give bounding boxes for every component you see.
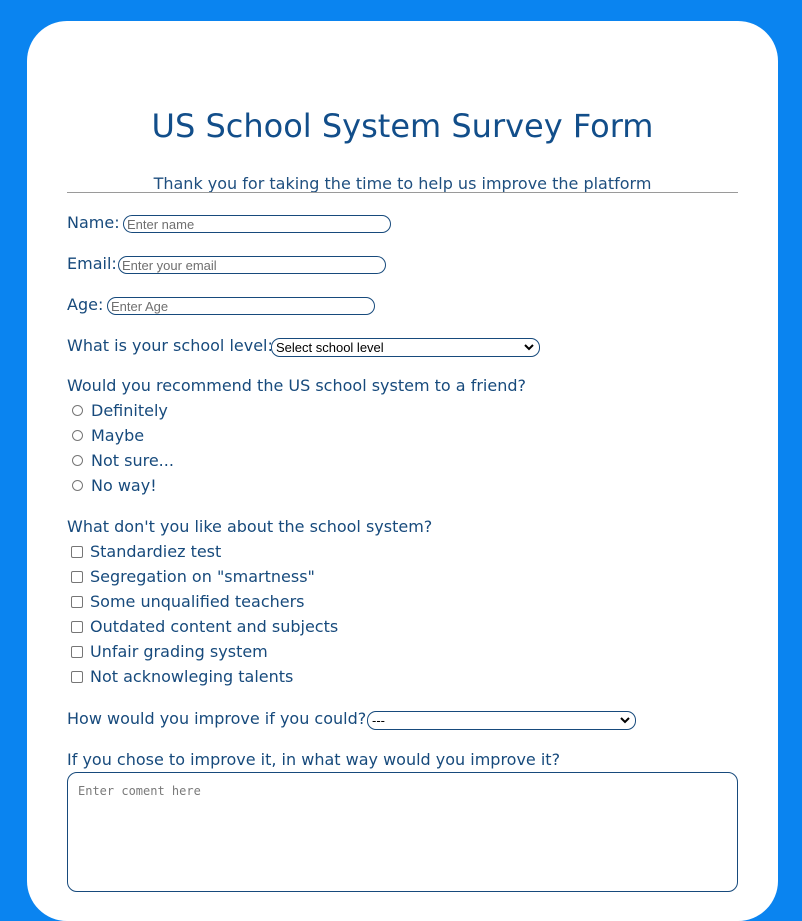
survey-form-card: US School System Survey Form Thank you f… xyxy=(27,21,778,921)
comment-label: If you chose to improve it, in what way … xyxy=(67,750,561,769)
checkbox-label-outdated-content: Outdated content and subjects xyxy=(90,617,339,636)
email-label: Email: xyxy=(67,254,117,273)
comment-placeholder: Enter coment here xyxy=(78,784,201,798)
checkbox-unfair-grading[interactable] xyxy=(71,646,83,658)
checkbox-label-talents: Not acknowleging talents xyxy=(90,667,294,686)
school-level-selected: Select school level xyxy=(276,340,384,355)
checkbox-talents[interactable] xyxy=(71,671,83,683)
radio-label-not-sure: Not sure... xyxy=(91,451,174,470)
recommend-question: Would you recommend the US school system… xyxy=(67,376,526,395)
improve-selected: --- xyxy=(372,713,385,728)
radio-label-definitely: Definitely xyxy=(91,401,168,420)
checkbox-segregation[interactable] xyxy=(71,571,83,583)
age-input[interactable] xyxy=(107,297,375,315)
radio-definitely[interactable] xyxy=(72,405,83,416)
school-level-label: What is your school level: xyxy=(67,336,273,355)
chevron-down-icon xyxy=(620,717,630,724)
checkbox-label-unqualified-teachers: Some unqualified teachers xyxy=(90,592,305,611)
name-input[interactable] xyxy=(123,215,391,233)
checkbox-label-segregation: Segregation on "smartness" xyxy=(90,567,315,586)
dislikes-question: What don't you like about the school sys… xyxy=(67,517,433,536)
checkbox-outdated-content[interactable] xyxy=(71,621,83,633)
checkbox-label-unfair-grading: Unfair grading system xyxy=(90,642,268,661)
age-label: Age: xyxy=(67,295,104,314)
improve-label: How would you improve if you could? xyxy=(67,709,367,728)
divider xyxy=(67,192,738,193)
comment-textarea[interactable]: Enter coment here xyxy=(67,772,738,892)
radio-maybe[interactable] xyxy=(72,430,83,441)
improve-select[interactable]: --- xyxy=(367,711,636,730)
chevron-down-icon xyxy=(524,344,534,351)
school-level-select[interactable]: Select school level xyxy=(271,338,540,357)
form-description: Thank you for taking the time to help us… xyxy=(153,174,652,193)
page-title: US School System Survey Form xyxy=(151,107,654,145)
radio-no-way[interactable] xyxy=(72,480,83,491)
name-label: Name: xyxy=(67,213,120,232)
radio-label-no-way: No way! xyxy=(91,476,157,495)
radio-not-sure[interactable] xyxy=(72,455,83,466)
checkbox-standardized-test[interactable] xyxy=(71,546,83,558)
checkbox-label-standardized-test: Standardiez test xyxy=(90,542,222,561)
email-input[interactable] xyxy=(118,256,386,274)
radio-label-maybe: Maybe xyxy=(91,426,145,445)
checkbox-unqualified-teachers[interactable] xyxy=(71,596,83,608)
